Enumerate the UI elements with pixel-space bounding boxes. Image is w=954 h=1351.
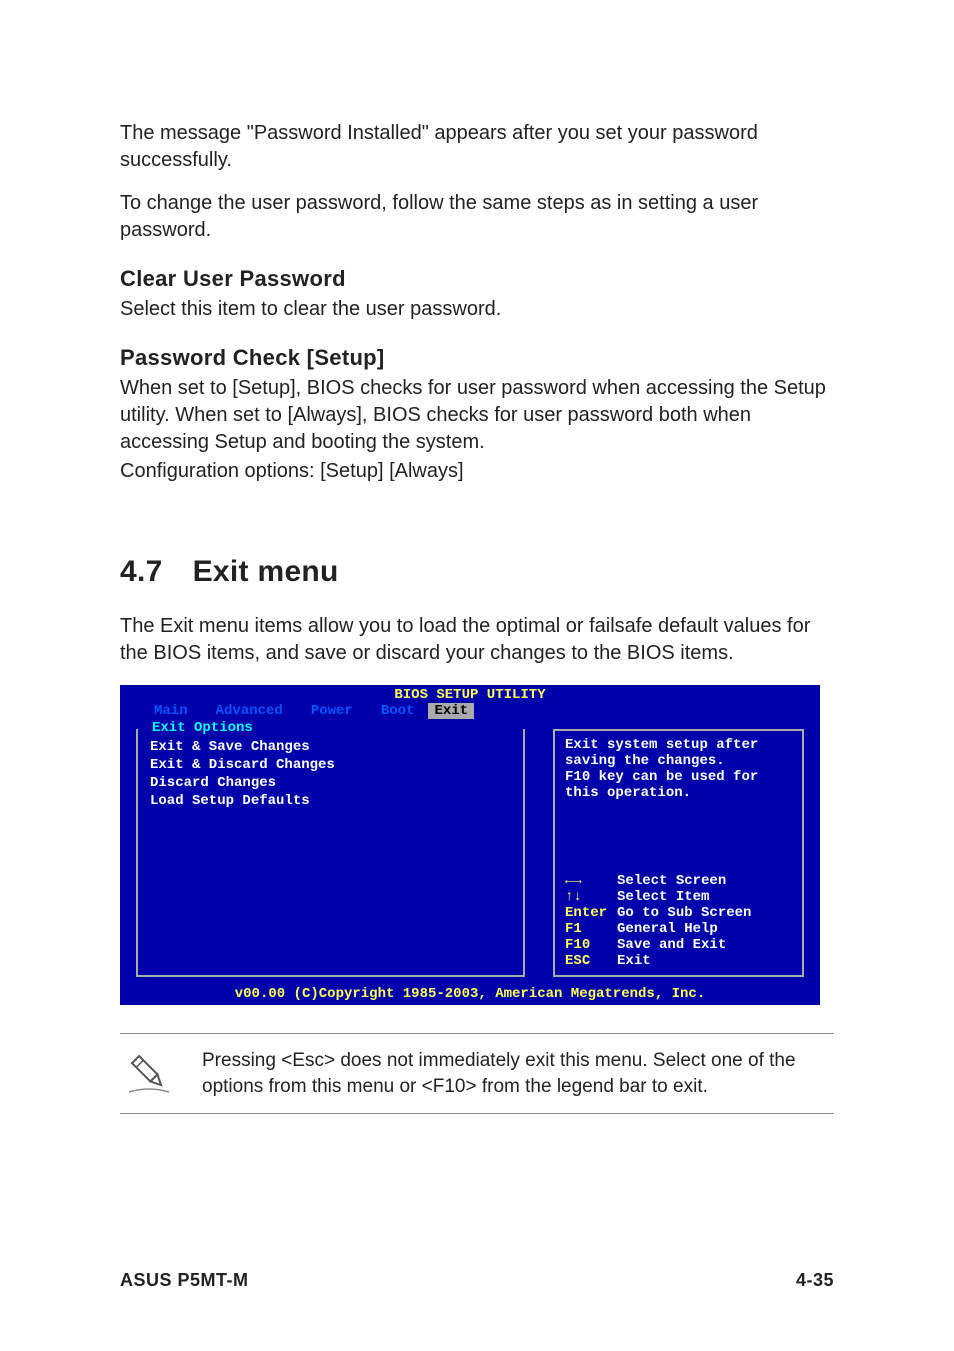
bios-tab-exit[interactable]: Exit xyxy=(428,703,474,719)
section-heading: 4.7 Exit menu xyxy=(120,555,834,589)
intro-p2: To change the user password, follow the … xyxy=(120,190,834,244)
bios-key-action: General Help xyxy=(617,921,718,937)
section-number: 4.7 xyxy=(120,555,163,589)
bios-key: ESC xyxy=(565,953,617,969)
bios-left-pane: Exit Options Exit & Save Changes Exit & … xyxy=(122,723,539,983)
note-text: Pressing <Esc> does not immediately exit… xyxy=(202,1048,830,1099)
bios-tab-boot[interactable]: Boot xyxy=(367,703,429,719)
heading-password-check: Password Check [Setup] xyxy=(120,345,834,371)
footer-page-number: 4-35 xyxy=(796,1270,834,1291)
bios-key-row: F1General Help xyxy=(565,921,792,937)
bios-key: ↑↓ xyxy=(565,889,617,905)
page-footer: ASUS P5MT-M 4-35 xyxy=(120,1270,834,1291)
bios-key-row: ←→Select Screen xyxy=(565,873,792,889)
section-intro: The Exit menu items allow you to load th… xyxy=(120,613,834,667)
bios-key-row: ESCExit xyxy=(565,953,792,969)
bios-key-action: Select Screen xyxy=(617,873,726,889)
bios-title: BIOS SETUP UTILITY xyxy=(120,685,820,703)
bios-item-load-defaults[interactable]: Load Setup Defaults xyxy=(150,793,511,809)
bios-key-action: Exit xyxy=(617,953,651,969)
bios-item-exit-discard[interactable]: Exit & Discard Changes xyxy=(150,757,511,773)
bios-key: F1 xyxy=(565,921,617,937)
bios-key-action: Go to Sub Screen xyxy=(617,905,751,921)
password-check-body-1: When set to [Setup], BIOS checks for use… xyxy=(120,375,834,456)
footer-product: ASUS P5MT-M xyxy=(120,1270,249,1291)
note-box: Pressing <Esc> does not immediately exit… xyxy=(120,1033,834,1114)
bios-body: Exit Options Exit & Save Changes Exit & … xyxy=(120,723,820,983)
page: The message "Password Installed" appears… xyxy=(0,0,954,1351)
heading-clear-user-password: Clear User Password xyxy=(120,266,834,292)
bios-right-pane: Exit system setup after saving the chang… xyxy=(539,723,818,983)
bios-key-row: EnterGo to Sub Screen xyxy=(565,905,792,921)
bios-key: Enter xyxy=(565,905,617,921)
bios-key-action: Save and Exit xyxy=(617,937,726,953)
bios-key-legend: ←→Select Screen ↑↓Select Item EnterGo to… xyxy=(565,873,792,969)
bios-left-legend: Exit Options xyxy=(148,720,257,736)
bios-tab-main[interactable]: Main xyxy=(140,703,202,719)
bios-footer: v00.00 (C)Copyright 1985-2003, American … xyxy=(120,983,820,1005)
section-title: Exit menu xyxy=(193,555,339,589)
bios-key: F10 xyxy=(565,937,617,953)
bios-screenshot: BIOS SETUP UTILITY Main Advanced Power B… xyxy=(120,685,820,1005)
bios-item-discard[interactable]: Discard Changes xyxy=(150,775,511,791)
password-check-body-2: Configuration options: [Setup] [Always] xyxy=(120,458,834,485)
bios-key-row: ↑↓Select Item xyxy=(565,889,792,905)
bios-key: ←→ xyxy=(565,873,617,889)
pencil-icon xyxy=(124,1048,174,1098)
intro-p1: The message "Password Installed" appears… xyxy=(120,120,834,174)
bios-key-row: F10Save and Exit xyxy=(565,937,792,953)
bios-help-text: Exit system setup after saving the chang… xyxy=(565,737,792,801)
bios-key-action: Select Item xyxy=(617,889,709,905)
clear-user-password-body: Select this item to clear the user passw… xyxy=(120,296,834,323)
bios-item-exit-save[interactable]: Exit & Save Changes xyxy=(150,739,511,755)
bios-tab-advanced[interactable]: Advanced xyxy=(202,703,297,719)
bios-tab-power[interactable]: Power xyxy=(297,703,367,719)
